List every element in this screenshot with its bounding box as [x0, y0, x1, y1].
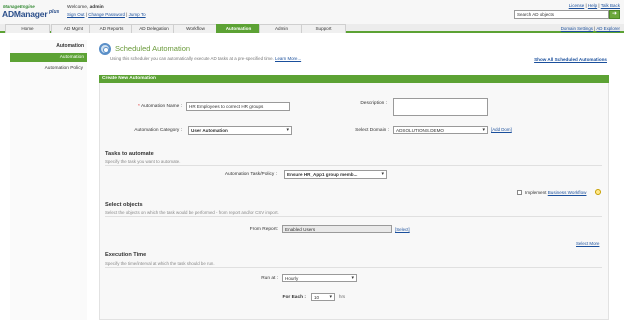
- search-input[interactable]: Search AD objects: [514, 10, 609, 19]
- gear-icon: [99, 43, 111, 55]
- description-textarea[interactable]: [393, 98, 488, 116]
- tasks-section-subtitle: Specify the task you want to automate.: [105, 159, 181, 164]
- panel-title: Create New Automation: [102, 76, 156, 81]
- logo-plus: plus: [49, 9, 60, 15]
- execution-section-title: Execution Time: [105, 252, 147, 258]
- tab-admin[interactable]: Admin: [259, 24, 304, 33]
- ad-explorer-link[interactable]: AD Explorer: [596, 26, 620, 31]
- sidebar-item-automation[interactable]: Automation: [10, 53, 87, 62]
- welcome-prefix: Welcome,: [67, 5, 89, 10]
- from-report-label: From Report:: [249, 227, 278, 232]
- tab-automation[interactable]: Automation: [216, 24, 261, 33]
- license-link[interactable]: License: [569, 3, 585, 8]
- sidebar: [10, 40, 87, 320]
- help-link[interactable]: Help: [588, 3, 597, 8]
- talk-back-link[interactable]: Talk Back: [601, 3, 620, 8]
- implement-workflow-checkbox[interactable]: [517, 190, 522, 195]
- change-password-link[interactable]: Change Password: [88, 12, 125, 17]
- select-more-link[interactable]: Select More: [576, 241, 599, 246]
- add-domain-link[interactable]: [Add Dom]: [491, 127, 512, 132]
- automation-name-input[interactable]: HR Employees to correct HR groups: [186, 102, 290, 111]
- divider: [105, 216, 602, 217]
- automation-category-label: Automation Category :: [134, 128, 182, 133]
- divider: [105, 165, 602, 166]
- sidebar-item-label: Automation: [59, 54, 84, 60]
- page-title: Scheduled Automation: [115, 44, 191, 53]
- help-icon[interactable]: [595, 189, 601, 195]
- top-links: License | Help | Talk Back: [568, 3, 620, 8]
- page-subtitle: Using this scheduler you can automatical…: [110, 56, 301, 61]
- learn-more-link[interactable]: Learn More...: [275, 56, 301, 61]
- task-policy-select[interactable]: Ensure HR_App1 group memb...: [284, 170, 387, 179]
- tab-workflow[interactable]: Workflow: [173, 24, 218, 33]
- domain-settings-link[interactable]: Domain Settings: [561, 26, 593, 31]
- panel-header: Create New Automation: [99, 75, 609, 83]
- domain-select[interactable]: ADSOLUTIONS.DEMO: [393, 126, 488, 134]
- from-report-field: Enabled Users: [282, 225, 392, 233]
- automation-name-label: * Automation Name :: [138, 104, 182, 109]
- tasks-section-title: Tasks to automate: [105, 151, 154, 157]
- execution-section-subtitle: Specify the time/interval at which the t…: [105, 261, 215, 266]
- sidebar-item-automation-policy[interactable]: Automation Policy: [10, 66, 83, 71]
- task-policy-label: Automation Task/Policy :: [224, 172, 277, 177]
- objects-section-title: Select objects: [105, 202, 143, 208]
- run-at-label: Run at :: [261, 276, 278, 281]
- welcome-text: Welcome, admin: [67, 5, 104, 10]
- select-domain-label: Select Domain :: [355, 128, 389, 133]
- tab-home[interactable]: Home: [5, 24, 50, 33]
- run-at-select[interactable]: Hourly: [282, 274, 357, 282]
- implement-workflow-text: Implement Business Workflow: [525, 190, 586, 195]
- header-links: Sign Out | Change Password | Jump To: [67, 12, 146, 17]
- logo-product: ADManager: [2, 9, 48, 19]
- divider: [105, 267, 602, 268]
- nav-right-links: Domain Settings | AD Explorer: [560, 26, 620, 31]
- tab-ad-reports[interactable]: AD Reports: [89, 24, 134, 33]
- main-nav: Home AD Mgmt AD Reports AD Delegation Wo…: [0, 24, 624, 33]
- select-report-link[interactable]: [Select]: [395, 227, 410, 232]
- for-each-unit: hrs: [339, 294, 346, 299]
- business-workflow-link[interactable]: Business Workflow: [548, 190, 587, 195]
- automation-category-select[interactable]: User Automation: [188, 126, 292, 135]
- sidebar-heading: Automation: [56, 43, 84, 49]
- objects-section-subtitle: Select the objects on which the task wou…: [105, 210, 279, 215]
- form-panel: [99, 83, 609, 320]
- implement-label: Implement: [525, 190, 547, 195]
- jump-to-link[interactable]: Jump To: [129, 12, 146, 17]
- tab-ad-delegation[interactable]: AD Delegation: [131, 24, 177, 33]
- search-go-icon[interactable]: ➜: [609, 10, 620, 19]
- tab-support[interactable]: Support: [301, 24, 346, 33]
- subtitle-text: Using this scheduler you can automatical…: [110, 56, 274, 61]
- for-each-select[interactable]: 10: [311, 293, 335, 301]
- description-label: Description :: [360, 101, 387, 106]
- show-all-automations-link[interactable]: Show All Scheduled Automations: [534, 57, 607, 62]
- sign-out-link[interactable]: Sign Out: [67, 12, 85, 17]
- for-each-label: For Each :: [282, 295, 306, 300]
- username: admin: [89, 5, 104, 10]
